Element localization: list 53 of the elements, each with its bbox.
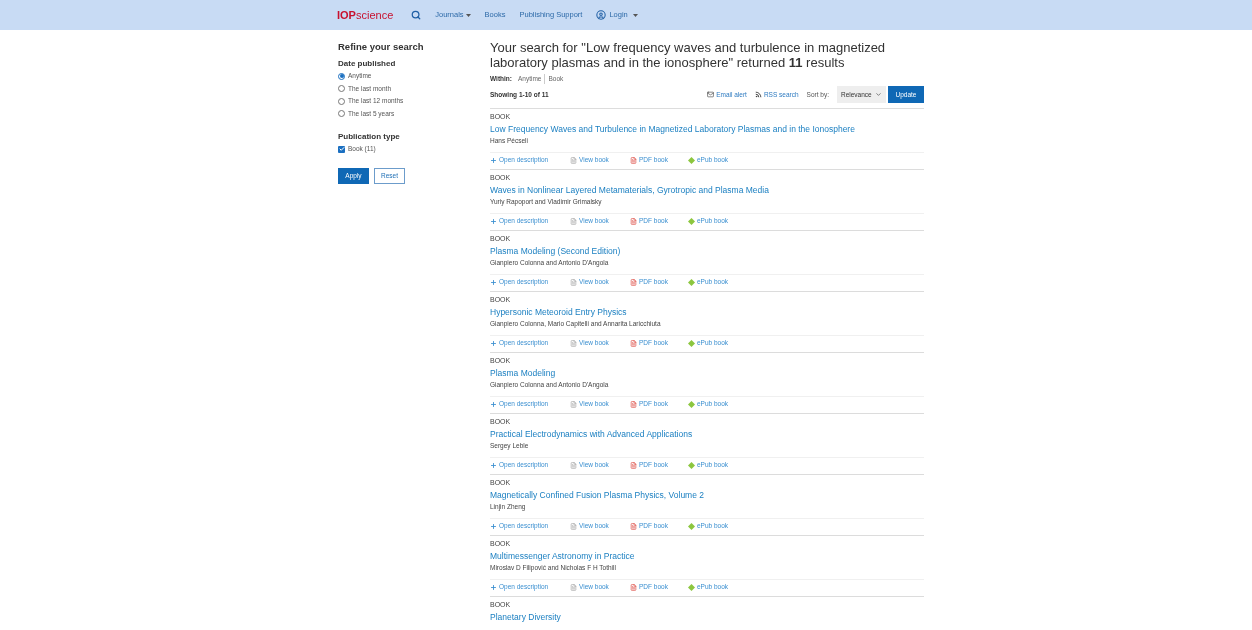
diamond-icon (688, 400, 695, 408)
pdf-icon (630, 461, 637, 469)
result-title[interactable]: Magnetically Confined Fusion Plasma Physics, Volume 2 (490, 489, 924, 501)
document-icon (570, 217, 577, 225)
document-icon (570, 461, 577, 469)
plus-icon (490, 522, 497, 530)
plus-icon (490, 461, 497, 469)
envelope-icon (707, 91, 715, 98)
result-title[interactable]: Hypersonic Meteoroid Entry Physics (490, 306, 924, 318)
result-title[interactable]: Waves in Nonlinear Layered Metamaterials, Gyrotropic and Plasma Media (490, 184, 924, 196)
pdf-icon (630, 156, 637, 164)
plus-icon (490, 278, 497, 286)
result-title[interactable]: Low Frequency Waves and Turbulence in Magnetized Laboratory Plasmas and in the Ionosphere (490, 123, 924, 135)
document-icon (570, 339, 577, 347)
site-logo[interactable]: IOPscience (337, 6, 394, 24)
pdf-icon (630, 522, 637, 530)
diamond-icon (688, 278, 695, 286)
document-icon (570, 583, 577, 591)
pdf-icon (630, 339, 637, 347)
plus-icon (490, 217, 497, 225)
pdf-icon (630, 217, 637, 225)
document-icon (570, 278, 577, 286)
document-icon (570, 522, 577, 530)
diamond-icon (688, 339, 695, 347)
pdf-icon (630, 400, 637, 408)
plus-icon (490, 156, 497, 164)
diamond-icon (688, 583, 695, 591)
checkmark-icon (338, 146, 345, 152)
search-icon[interactable] (411, 10, 422, 20)
result-title[interactable]: Multimessenger Astronomy in Practice (490, 550, 924, 562)
document-icon (570, 156, 577, 164)
plus-icon (490, 400, 497, 408)
filter-heading: Publication type (338, 131, 401, 143)
chevron-down-icon (875, 91, 882, 98)
pdf-icon (630, 278, 637, 286)
result-title[interactable]: Plasma Modeling (490, 367, 924, 379)
diamond-icon (688, 461, 695, 469)
diamond-icon (688, 156, 695, 164)
plus-icon (490, 583, 497, 591)
result-title[interactable]: Planetary Diversity (490, 611, 924, 623)
diamond-icon (688, 217, 695, 225)
results-heading: Your search for "Low frequency waves and turbulence in magnetized laboratory plasmas and in the ionosphere" returned 11 results (490, 40, 887, 70)
result-title[interactable]: Practical Electrodynamics with Advanced Applications (490, 428, 924, 440)
sidebar-title: Refine your search (338, 40, 425, 54)
document-icon (570, 400, 577, 408)
pdf-icon (630, 583, 637, 591)
result-title[interactable]: Plasma Modeling (Second Edition) (490, 245, 924, 257)
filter-heading: Date published (338, 58, 397, 70)
diamond-icon (688, 522, 695, 530)
caret-icon (632, 13, 638, 17)
plus-icon (490, 339, 497, 347)
rss-icon (754, 91, 762, 98)
user-icon (596, 10, 607, 20)
